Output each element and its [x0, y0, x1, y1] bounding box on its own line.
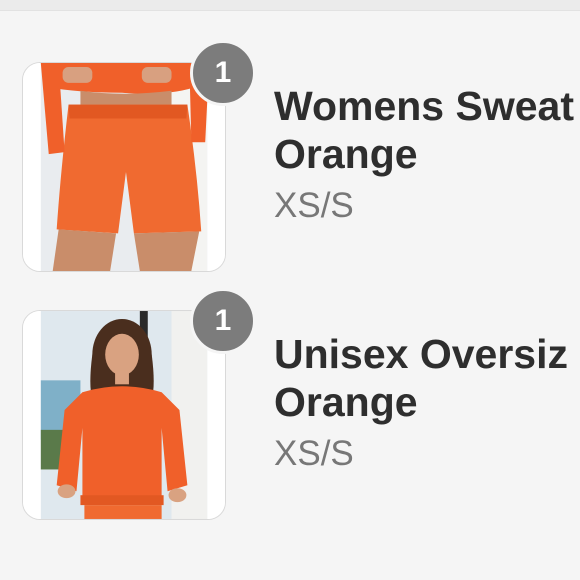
product-title-line2: Orange [274, 131, 418, 177]
product-variant: XS/S [274, 434, 354, 473]
product-thumbnail[interactable] [22, 62, 226, 272]
product-title-line1: Unisex Oversiz [274, 331, 568, 377]
item-details[interactable]: Womens Sweat Orange XS/S [274, 82, 580, 226]
product-title-line1: Womens Sweat [274, 83, 574, 129]
orange-shorts-product-image [23, 63, 225, 271]
orange-sweatshirt-product-image [23, 311, 225, 519]
quantity-badge: 1 [190, 40, 256, 106]
quantity-badge: 1 [190, 288, 256, 354]
top-divider [0, 0, 580, 11]
product-thumbnail[interactable] [22, 310, 226, 520]
item-details[interactable]: Unisex Oversiz Orange XS/S [274, 330, 580, 474]
product-variant: XS/S [274, 186, 354, 225]
cart-line-item[interactable]: 1 Womens Sweat Orange XS/S [0, 40, 580, 272]
cart-line-item[interactable]: 1 Unisex Oversiz Orange XS/S [0, 288, 580, 520]
product-title-line2: Orange [274, 379, 418, 425]
